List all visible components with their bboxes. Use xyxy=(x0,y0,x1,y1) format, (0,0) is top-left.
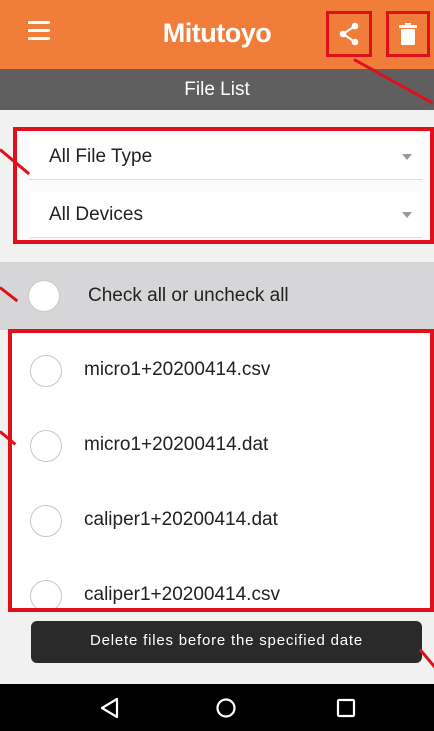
delete-button[interactable] xyxy=(386,11,430,57)
recents-square-icon[interactable] xyxy=(330,693,362,723)
check-all-row[interactable]: Check all or uncheck all xyxy=(0,262,434,330)
file-list-item[interactable]: micro1+20200414.dat xyxy=(12,408,430,485)
file-select-radio[interactable] xyxy=(30,505,62,537)
delete-before-date-button[interactable]: Delete files before the specified date xyxy=(31,621,422,663)
file-type-value: All File Type xyxy=(49,146,153,167)
hamburger-menu-icon[interactable] xyxy=(28,21,52,43)
check-all-radio[interactable] xyxy=(28,280,60,312)
chevron-down-icon xyxy=(402,212,412,218)
file-type-dropdown[interactable]: All File Type xyxy=(29,134,422,180)
devices-dropdown[interactable]: All Devices xyxy=(29,192,422,238)
file-list-item[interactable]: caliper1+20200414.csv xyxy=(12,558,430,608)
devices-value: All Devices xyxy=(49,204,143,225)
file-name: micro1+20200414.csv xyxy=(84,359,271,380)
annotation-line xyxy=(418,648,434,682)
file-select-radio[interactable] xyxy=(30,580,62,608)
share-icon xyxy=(339,22,359,46)
file-select-radio[interactable] xyxy=(30,355,62,387)
back-triangle-icon[interactable] xyxy=(94,693,126,723)
home-circle-icon[interactable] xyxy=(210,693,242,723)
file-list[interactable]: micro1+20200414.csv micro1+20200414.dat … xyxy=(8,329,434,612)
file-list-item[interactable]: caliper1+20200414.dat xyxy=(12,483,430,560)
file-name: caliper1+20200414.csv xyxy=(84,584,280,605)
chevron-down-icon xyxy=(402,154,412,160)
file-select-radio[interactable] xyxy=(30,430,62,462)
system-nav-bar xyxy=(0,684,434,731)
file-list-item[interactable]: micro1+20200414.csv xyxy=(12,333,430,410)
trash-icon xyxy=(399,23,417,45)
share-button[interactable] xyxy=(326,11,372,57)
file-name: caliper1+20200414.dat xyxy=(84,509,278,530)
app-bar: Mitutoyo xyxy=(0,0,434,69)
check-all-label: Check all or uncheck all xyxy=(88,285,289,306)
file-name: micro1+20200414.dat xyxy=(84,434,269,455)
page-title: File List xyxy=(0,69,434,110)
brand-logo: Mitutoyo xyxy=(162,18,272,48)
